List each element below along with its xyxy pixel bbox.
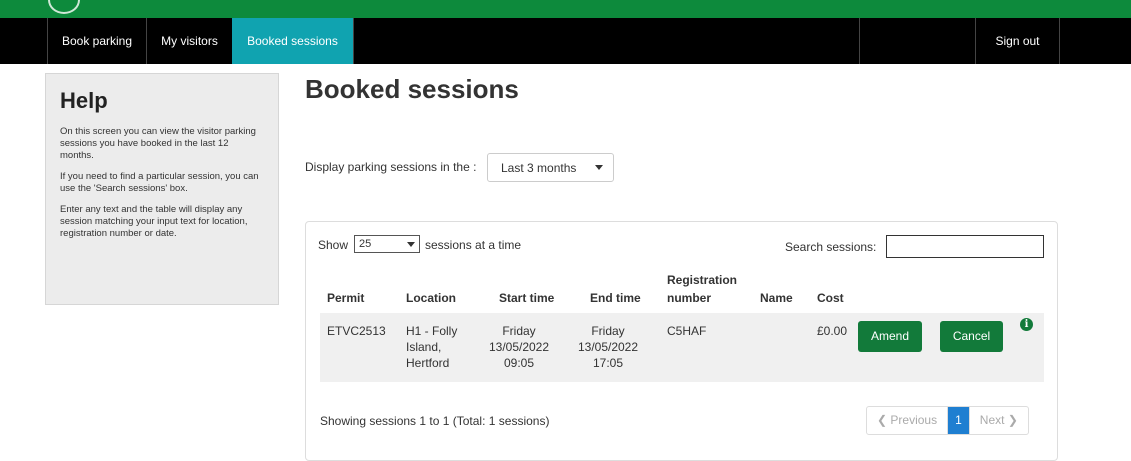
cell-line: 17:05	[592, 356, 624, 370]
next-label: Next	[979, 413, 1005, 427]
period-label: Display parking sessions in the :	[305, 160, 477, 174]
chevron-right-icon: ❯	[1007, 413, 1018, 427]
pagination-previous[interactable]: ❮ Previous	[867, 407, 947, 434]
search-label: Search sessions:	[785, 240, 877, 254]
cancel-button[interactable]: Cancel	[940, 321, 1003, 352]
showing-summary: Showing sessions 1 to 1 (Total: 1 sessio…	[320, 414, 550, 428]
cell-line: H1 - Folly	[406, 324, 458, 338]
column-header-start-time[interactable]: Start time	[499, 290, 554, 306]
amend-button[interactable]: Amend	[858, 321, 922, 352]
council-logo	[48, 0, 80, 14]
cell-line: Friday	[502, 324, 536, 338]
period-value: Last 3 months	[501, 160, 577, 175]
cell-location: H1 - Folly Island, Hertford	[406, 323, 457, 371]
cell-permit: ETVC2513	[327, 324, 386, 338]
column-header-cost[interactable]: Cost	[817, 290, 844, 306]
chevron-down-icon	[407, 241, 415, 247]
nav-book-parking[interactable]: Book parking	[47, 18, 146, 64]
chevron-down-icon	[595, 165, 603, 170]
help-title: Help	[60, 88, 108, 113]
previous-label: Previous	[890, 413, 938, 427]
nav-booked-sessions[interactable]: Booked sessions	[232, 18, 353, 64]
help-panel: Help On this screen you can view the vis…	[45, 73, 279, 305]
cell-end-time: Friday 13/05/2022 17:05	[575, 323, 641, 371]
chevron-left-icon: ❮	[877, 413, 888, 427]
show-suffix: sessions at a time	[425, 238, 522, 252]
nav-divider	[353, 18, 354, 64]
column-header-name[interactable]: Name	[760, 290, 793, 306]
cell-line: Friday	[591, 324, 625, 338]
show-label: Show	[318, 238, 349, 252]
pagination: ❮ Previous 1 Next ❯	[866, 406, 1029, 435]
pagination-next[interactable]: Next ❯	[968, 407, 1028, 434]
top-brand-bar	[0, 0, 1131, 18]
cell-start-time: Friday 13/05/2022 09:05	[486, 323, 552, 371]
cell-registration: C5HAF	[667, 324, 707, 338]
nav-divider	[859, 18, 860, 64]
page-title: Booked sessions	[305, 74, 519, 104]
column-header-registration[interactable]: Registration number	[667, 272, 737, 306]
nav-my-visitors[interactable]: My visitors	[146, 18, 232, 64]
page-size-select[interactable]: 25	[354, 235, 420, 253]
cell-line: 13/05/2022	[577, 340, 639, 354]
cell-line: Island,	[406, 340, 442, 354]
info-circle-icon[interactable]: i	[1020, 318, 1033, 331]
column-header-end-time[interactable]: End time	[590, 290, 641, 306]
column-header-location[interactable]: Location	[406, 290, 456, 306]
header-line: Registration	[667, 273, 738, 287]
help-text: Enter any text and the table will displa…	[60, 204, 248, 239]
sign-out-link[interactable]: Sign out	[975, 18, 1060, 64]
cell-line: 09:05	[503, 356, 535, 370]
help-text: On this screen you can view the visitor …	[60, 126, 256, 161]
help-text: If you need to find a particular session…	[60, 171, 259, 194]
cell-line: Hertford	[406, 356, 450, 370]
period-select[interactable]: Last 3 months	[487, 153, 614, 182]
cell-line: 13/05/2022	[488, 340, 550, 354]
column-header-permit[interactable]: Permit	[327, 290, 364, 306]
main-nav: Book parking My visitors Booked sessions…	[0, 18, 1131, 64]
pagination-page[interactable]: 1	[947, 407, 969, 434]
header-line: number	[667, 291, 712, 305]
search-sessions-input[interactable]	[886, 235, 1044, 258]
cell-cost: £0.00	[817, 324, 848, 338]
page-size-value: 25	[359, 238, 372, 250]
